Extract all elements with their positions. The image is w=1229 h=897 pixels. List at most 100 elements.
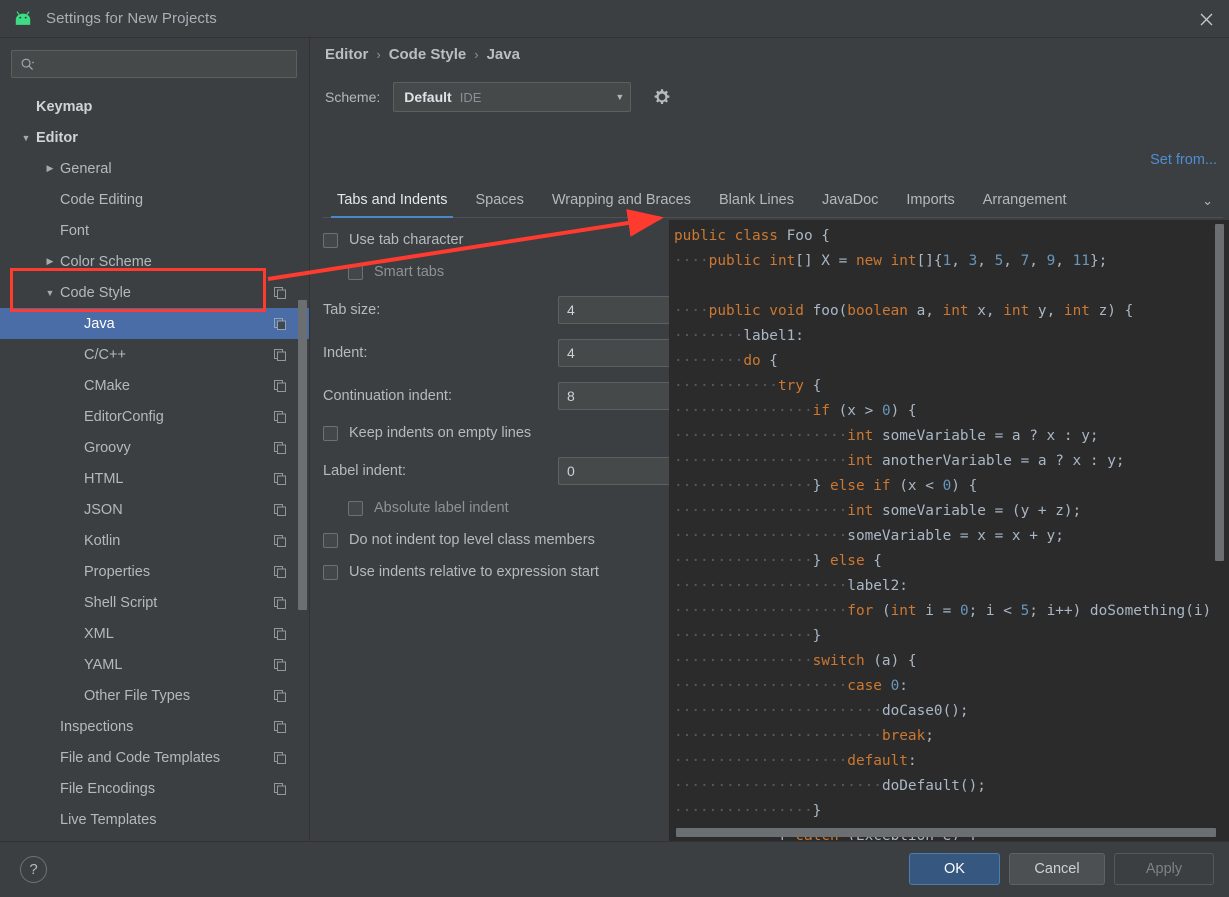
sidebar-item-java[interactable]: Java <box>0 308 309 339</box>
chevron-right-icon[interactable]: ▶ <box>42 256 58 267</box>
code-line: ····················label2: <box>674 578 908 594</box>
sidebar-item-yaml[interactable]: YAML <box>0 649 309 680</box>
tab-arrangement[interactable]: Arrangement <box>969 192 1081 217</box>
copy-scheme-icon[interactable] <box>273 410 287 424</box>
sidebar-item-code-style[interactable]: ▼ Code Style <box>0 277 309 308</box>
checkbox-keep-indents-empty-lines[interactable] <box>323 425 338 441</box>
breadcrumb-item-java[interactable]: Java <box>487 46 520 63</box>
copy-scheme-icon[interactable] <box>273 782 287 796</box>
copy-scheme-icon[interactable] <box>273 286 287 300</box>
code-preview-pane[interactable]: public class Foo {····public int[] X = n… <box>669 220 1229 841</box>
option-smart-tabs[interactable]: Smart tabs <box>323 256 671 288</box>
copy-scheme-icon[interactable] <box>273 348 287 362</box>
tab-imports[interactable]: Imports <box>892 192 968 217</box>
copy-scheme-icon[interactable] <box>273 751 287 765</box>
gear-icon[interactable] <box>651 86 673 108</box>
cancel-button[interactable]: Cancel <box>1009 853 1105 885</box>
copy-scheme-icon[interactable] <box>273 658 287 672</box>
sidebar-item-font[interactable]: Font <box>0 215 309 246</box>
sidebar-item-label: EditorConfig <box>84 408 164 425</box>
sidebar-scrollbar-thumb[interactable] <box>298 300 307 610</box>
sidebar-item-groovy[interactable]: Groovy <box>0 432 309 463</box>
copy-scheme-icon[interactable] <box>273 379 287 393</box>
tab-wrapping-and-braces[interactable]: Wrapping and Braces <box>538 192 705 217</box>
chevron-down-icon[interactable]: ⌄ <box>1192 193 1223 217</box>
sidebar-item-cmake[interactable]: CMake <box>0 370 309 401</box>
sidebar-item-json[interactable]: JSON <box>0 494 309 525</box>
apply-button[interactable]: Apply <box>1114 853 1214 885</box>
sidebar-item-html[interactable]: HTML <box>0 463 309 494</box>
copy-scheme-icon[interactable] <box>273 596 287 610</box>
scheme-dropdown[interactable]: Default IDE ▼ <box>393 82 632 112</box>
search-box[interactable] <box>11 50 297 78</box>
sidebar-item-live-templates[interactable]: Live Templates <box>0 804 309 835</box>
sidebar-item-code-editing[interactable]: Code Editing <box>0 184 309 215</box>
sidebar-item-general[interactable]: ▶ General <box>0 153 309 184</box>
sidebar-item-label: Inspections <box>60 718 134 735</box>
sidebar-item-label: YAML <box>84 656 123 673</box>
sidebar-item-xml[interactable]: XML <box>0 618 309 649</box>
sidebar-item-inspections[interactable]: Inspections <box>0 711 309 742</box>
copy-scheme-icon[interactable] <box>273 534 287 548</box>
option-indents-relative-expression[interactable]: Use indents relative to expression start <box>323 556 671 588</box>
copy-scheme-icon[interactable] <box>273 503 287 517</box>
sidebar-item-color-scheme[interactable]: ▶ Color Scheme <box>0 246 309 277</box>
copy-scheme-icon[interactable] <box>273 441 287 455</box>
sidebar-item-c-c[interactable]: C/C++ <box>0 339 309 370</box>
sidebar-item-keymap[interactable]: Keymap <box>0 91 309 122</box>
option-absolute-label-indent[interactable]: Absolute label indent <box>323 492 671 524</box>
code-line: ························break; <box>674 728 934 744</box>
sidebar-item-kotlin[interactable]: Kotlin <box>0 525 309 556</box>
option-use-tab-character[interactable]: Use tab character <box>323 224 671 256</box>
copy-scheme-icon[interactable] <box>273 689 287 703</box>
tab-blank-lines[interactable]: Blank Lines <box>705 192 808 217</box>
breadcrumb-item-editor[interactable]: Editor <box>325 46 368 63</box>
sidebar-item-editorconfig[interactable]: EditorConfig <box>0 401 309 432</box>
option-keep-indents-empty-lines[interactable]: Keep indents on empty lines <box>323 417 671 449</box>
checkbox-smart-tabs[interactable] <box>348 264 363 280</box>
copy-scheme-icon[interactable] <box>273 627 287 641</box>
sidebar-item-label: HTML <box>84 470 124 487</box>
checkbox-no-indent-top-level[interactable] <box>323 532 338 548</box>
copy-scheme-icon[interactable] <box>273 720 287 734</box>
breadcrumb-item-code-style[interactable]: Code Style <box>389 46 467 63</box>
input-label-indent[interactable] <box>558 456 671 485</box>
chevron-down-icon[interactable]: ▼ <box>42 288 58 298</box>
sidebar-item-label: Live Templates <box>60 811 157 828</box>
chevron-down-icon[interactable]: ▼ <box>18 133 34 143</box>
code-line: ····················int anotherVariable … <box>674 453 1125 469</box>
preview-horizontal-scrollbar-thumb[interactable] <box>676 828 1216 837</box>
label-absolute-label-indent: Absolute label indent <box>374 500 509 516</box>
label-tab-size: Tab size: <box>323 301 381 318</box>
field-label-indent: Label indent: <box>323 449 671 492</box>
input-continuation-indent[interactable] <box>558 381 671 410</box>
tab-tabs-and-indents[interactable]: Tabs and Indents <box>323 192 461 218</box>
code-line: ····················int someVariable = a… <box>674 428 1099 444</box>
checkbox-absolute-label-indent[interactable] <box>348 500 363 516</box>
copy-scheme-icon[interactable] <box>273 472 287 486</box>
copy-scheme-icon[interactable] <box>273 317 287 331</box>
sidebar-item-editor[interactable]: ▼ Editor <box>0 122 309 153</box>
scheme-value: Default <box>404 89 452 105</box>
checkbox-indents-relative-expression[interactable] <box>323 564 338 580</box>
preview-vertical-scrollbar-thumb[interactable] <box>1215 224 1224 561</box>
input-indent[interactable] <box>558 338 671 367</box>
checkbox-use-tab-character[interactable] <box>323 232 338 248</box>
option-no-indent-top-level[interactable]: Do not indent top level class members <box>323 524 671 556</box>
tab-javadoc[interactable]: JavaDoc <box>808 192 892 217</box>
chevron-right-icon[interactable]: ▶ <box>42 163 58 174</box>
set-from-link[interactable]: Set from... <box>1150 152 1217 168</box>
close-icon[interactable] <box>1183 0 1229 38</box>
input-tab-size[interactable] <box>558 295 671 324</box>
copy-scheme-icon[interactable] <box>273 565 287 579</box>
sidebar-item-shell-script[interactable]: Shell Script <box>0 587 309 618</box>
sidebar-item-file-encodings[interactable]: File Encodings <box>0 773 309 804</box>
code-preview-text: public class Foo {····public int[] X = n… <box>674 224 1228 840</box>
search-input[interactable] <box>35 55 288 73</box>
sidebar-item-file-and-code-templates[interactable]: File and Code Templates <box>0 742 309 773</box>
ok-button[interactable]: OK <box>909 853 1000 885</box>
tab-spaces[interactable]: Spaces <box>461 192 537 217</box>
sidebar-item-properties[interactable]: Properties <box>0 556 309 587</box>
sidebar-item-other-file-types[interactable]: Other File Types <box>0 680 309 711</box>
help-icon[interactable]: ? <box>20 856 47 883</box>
